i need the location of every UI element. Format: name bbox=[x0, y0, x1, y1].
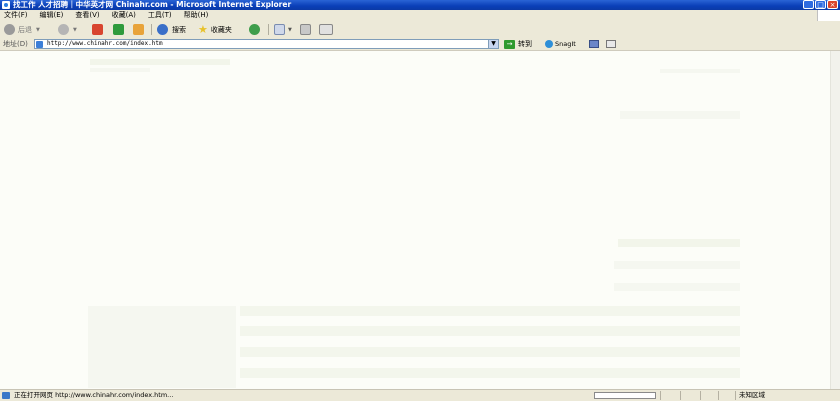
toolbar-separator bbox=[151, 24, 152, 35]
faded-row bbox=[240, 368, 740, 378]
snagit-capture-icon[interactable] bbox=[589, 40, 599, 48]
faded-block bbox=[614, 261, 740, 269]
favorites-button[interactable]: ★ 收藏夹 bbox=[198, 23, 232, 36]
search-button[interactable]: 搜索 bbox=[157, 23, 186, 36]
snagit-settings-icon[interactable] bbox=[606, 40, 616, 48]
menu-file[interactable]: 文件(F) bbox=[0, 10, 34, 21]
snagit-button[interactable]: SnagIt bbox=[545, 39, 576, 49]
toolbar-separator bbox=[268, 24, 269, 35]
faded-link bbox=[90, 68, 150, 72]
forward-arrow-icon bbox=[58, 24, 69, 35]
vertical-scrollbar[interactable] bbox=[830, 51, 840, 389]
refresh-icon bbox=[113, 24, 124, 35]
menu-edit[interactable]: 编辑(E) bbox=[34, 10, 70, 21]
home-icon bbox=[133, 24, 144, 35]
home-button[interactable] bbox=[133, 23, 144, 36]
edit-button[interactable] bbox=[319, 23, 333, 36]
page-icon bbox=[36, 41, 43, 48]
windows-logo bbox=[817, 10, 840, 21]
history-icon bbox=[249, 24, 260, 35]
ie-icon bbox=[2, 1, 10, 9]
progress-bar bbox=[594, 392, 656, 399]
address-bar: 地址(D) http://www.chinahr.com/index.htm ▼… bbox=[0, 38, 840, 51]
forward-button[interactable]: ▼ bbox=[58, 23, 77, 36]
faded-sidebar bbox=[88, 306, 236, 388]
refresh-button[interactable] bbox=[113, 23, 124, 36]
status-text: 正在打开网页 http://www.chinahr.com/index.htm.… bbox=[14, 391, 174, 399]
back-arrow-icon bbox=[4, 24, 15, 35]
mail-icon bbox=[274, 24, 285, 35]
menu-tools[interactable]: 工具(T) bbox=[142, 10, 178, 21]
go-label: 转到 bbox=[518, 40, 532, 48]
standard-toolbar: 后退 ▼ ▼ 搜索 ★ 收藏夹 ▼ bbox=[0, 21, 840, 39]
back-dropdown-icon: ▼ bbox=[36, 26, 40, 33]
address-label: 地址(D) bbox=[3, 40, 28, 48]
back-label: 后退 bbox=[18, 25, 32, 34]
history-button[interactable] bbox=[249, 23, 260, 36]
status-divider bbox=[660, 391, 661, 400]
search-label: 搜索 bbox=[172, 25, 186, 34]
faded-row bbox=[240, 347, 740, 357]
go-button[interactable]: → 转到 bbox=[504, 39, 532, 49]
stop-button[interactable] bbox=[92, 23, 103, 36]
stop-icon bbox=[92, 24, 103, 35]
snagit-label: SnagIt bbox=[555, 40, 576, 48]
page-content bbox=[0, 51, 831, 389]
maximize-button[interactable]: □ bbox=[815, 0, 826, 9]
print-icon bbox=[300, 24, 311, 35]
status-bar: 正在打开网页 http://www.chinahr.com/index.htm.… bbox=[0, 389, 840, 401]
status-divider bbox=[718, 391, 719, 400]
status-divider bbox=[735, 391, 736, 400]
menu-favorites[interactable]: 收藏(A) bbox=[106, 10, 142, 21]
title-bar: 找工作 人才招聘｜中华英才网 Chinahr.com - Microsoft I… bbox=[0, 0, 840, 10]
faded-block bbox=[614, 283, 740, 291]
status-divider bbox=[700, 391, 701, 400]
faded-block bbox=[620, 111, 740, 119]
address-input[interactable]: http://www.chinahr.com/index.htm ▼ bbox=[34, 39, 499, 49]
window-controls: _ □ × bbox=[803, 0, 838, 10]
favorites-label: 收藏夹 bbox=[210, 25, 232, 34]
close-button[interactable]: × bbox=[827, 0, 838, 9]
status-divider bbox=[680, 391, 681, 400]
go-arrow-icon: → bbox=[504, 39, 515, 49]
menu-help[interactable]: 帮助(H) bbox=[178, 10, 215, 21]
faded-block bbox=[618, 239, 740, 247]
search-icon bbox=[157, 24, 168, 35]
address-url: http://www.chinahr.com/index.htm bbox=[47, 40, 163, 47]
minimize-button[interactable]: _ bbox=[803, 0, 814, 9]
snagit-icon bbox=[545, 40, 553, 48]
edit-page-icon bbox=[319, 24, 333, 35]
faded-banner bbox=[90, 59, 230, 65]
security-zone: 未知区域 bbox=[739, 391, 765, 399]
favorites-star-icon: ★ bbox=[198, 23, 208, 36]
print-button[interactable] bbox=[300, 23, 311, 36]
forward-dropdown-icon: ▼ bbox=[73, 26, 77, 33]
faded-link bbox=[660, 69, 740, 73]
menu-view[interactable]: 查看(V) bbox=[69, 10, 105, 21]
loading-page-icon bbox=[2, 392, 10, 399]
mail-button[interactable]: ▼ bbox=[274, 23, 292, 36]
address-dropdown-icon[interactable]: ▼ bbox=[488, 40, 498, 48]
mail-dropdown-icon: ▼ bbox=[288, 26, 292, 33]
faded-row bbox=[240, 306, 740, 316]
window-title: 找工作 人才招聘｜中华英才网 Chinahr.com - Microsoft I… bbox=[13, 0, 292, 9]
faded-row bbox=[240, 326, 740, 336]
back-button[interactable]: 后退 ▼ bbox=[4, 23, 40, 36]
